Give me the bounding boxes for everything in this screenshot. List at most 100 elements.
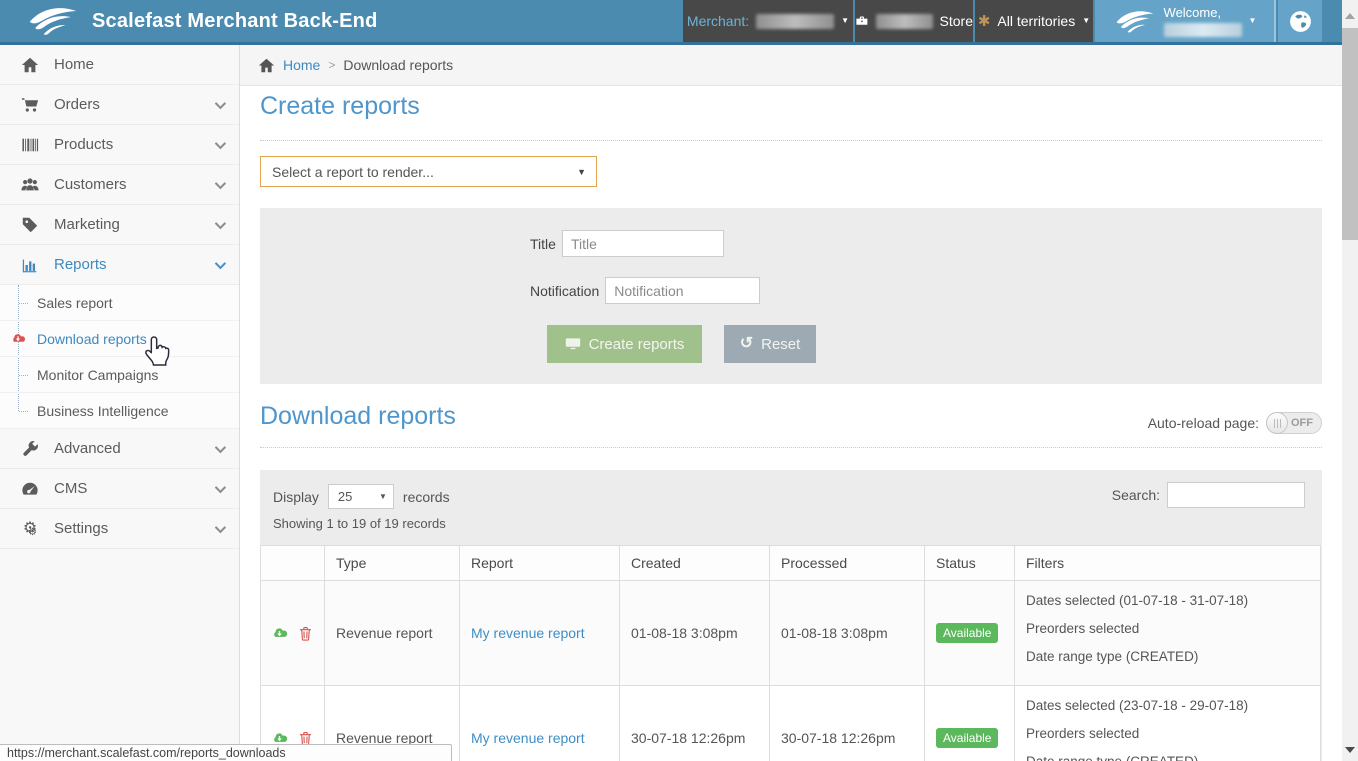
sidebar-item-download-reports[interactable]: Download reports (0, 321, 239, 357)
chevron-down-icon: ▼ (1082, 17, 1090, 25)
sidebar-item-label: Home (54, 56, 94, 73)
territories-label: All territories (997, 13, 1075, 29)
cell-type: Revenue report (325, 581, 460, 685)
chevron-down-icon (215, 97, 226, 108)
notification-field[interactable] (605, 277, 760, 304)
chevron-down-icon (215, 481, 226, 492)
select-caret-icon: ▼ (577, 167, 586, 177)
home-icon (18, 56, 42, 74)
cell-filters: Dates selected (23-07-18 - 29-07-18) Pre… (1015, 686, 1320, 761)
merchant-selector[interactable]: Merchant: ▼ (683, 0, 853, 42)
store-indicator[interactable]: Store (855, 0, 973, 42)
report-link[interactable]: My revenue report (471, 730, 585, 746)
vertical-scrollbar[interactable] (1342, 0, 1358, 761)
sidebar-item-advanced[interactable]: Advanced (0, 429, 239, 469)
redacted-store-name (876, 14, 933, 29)
table-header-row: Type Report Created Processed Status Fil… (261, 546, 1320, 581)
table-row: Revenue report My revenue report 01-08-1… (261, 581, 1320, 686)
select-caret-icon: ▼ (379, 492, 387, 501)
tag-icon (18, 216, 42, 234)
main-content: Create reports Select a report to render… (240, 86, 1342, 761)
app-header: Scalefast Merchant Back-End Merchant: ▼ … (0, 0, 1342, 45)
sidebar-item-sales-report[interactable]: Sales report (0, 285, 239, 321)
scalefast-logo-icon (26, 4, 80, 38)
gears-icon: ⚙⚙ (18, 521, 42, 537)
sidebar-item-customers[interactable]: Customers (0, 165, 239, 205)
col-report: Report (460, 546, 620, 580)
gauge-icon (18, 480, 42, 498)
merchant-label: Merchant: (687, 13, 749, 29)
sidebar-item-label: Products (54, 136, 113, 153)
search-input[interactable] (1167, 482, 1305, 508)
undo-icon: ↺ (740, 336, 753, 352)
sidebar-subitem-label: Download reports (37, 331, 147, 347)
breadcrumb-current: Download reports (343, 57, 453, 73)
notification-label: Notification (530, 283, 599, 299)
sidebar-item-label: Settings (54, 520, 108, 537)
sidebar-item-monitor-campaigns[interactable]: Monitor Campaigns (0, 357, 239, 393)
sidebar-item-label: Reports (54, 256, 107, 273)
user-menu[interactable]: Welcome, ▼ (1095, 0, 1276, 42)
sidebar-item-orders[interactable]: Orders (0, 85, 239, 125)
cloud-download-icon (10, 331, 26, 347)
sidebar-item-reports[interactable]: Reports (0, 245, 239, 285)
report-link[interactable]: My revenue report (471, 625, 585, 641)
reset-button-label: Reset (761, 336, 800, 353)
browser-status-bar: https://merchant.scalefast.com/reports_d… (0, 744, 452, 761)
language-button[interactable] (1278, 0, 1322, 42)
globe-icon (1288, 9, 1313, 34)
scrollbar-thumb[interactable] (1342, 28, 1358, 240)
sidebar-item-products[interactable]: Products (0, 125, 239, 165)
toggle-state-label: OFF (1291, 417, 1313, 429)
title-field[interactable] (562, 230, 724, 257)
home-icon (258, 57, 275, 74)
reset-button[interactable]: ↺ Reset (724, 325, 816, 363)
page-size-select[interactable]: 25 ▼ (328, 484, 394, 509)
chevron-down-icon (215, 177, 226, 188)
cell-filters: Dates selected (01-07-18 - 31-07-18) Pre… (1015, 581, 1320, 685)
sidebar-item-cms[interactable]: CMS (0, 469, 239, 509)
redacted-merchant-name (756, 14, 834, 29)
col-created: Created (620, 546, 770, 580)
territory-selector[interactable]: ✱ All territories ▼ (975, 0, 1093, 42)
report-type-select[interactable]: Select a report to render... ▼ (260, 156, 597, 187)
col-actions (261, 546, 325, 580)
chevron-down-icon: ▼ (1249, 17, 1257, 25)
sidebar-item-marketing[interactable]: Marketing (0, 205, 239, 245)
users-icon (18, 176, 42, 194)
sidebar-item-home[interactable]: Home (0, 45, 239, 85)
sidebar-item-business-intelligence[interactable]: Business Intelligence (0, 393, 239, 429)
col-filters: Filters (1015, 546, 1320, 580)
welcome-label: Welcome, (1164, 5, 1222, 20)
scrollbar-down-arrow[interactable] (1345, 747, 1355, 753)
col-processed: Processed (770, 546, 925, 580)
chevron-down-icon (215, 137, 226, 148)
create-report-form: Title Notification Create reports ↺ Rese… (260, 208, 1322, 384)
report-select-value: Select a report to render... (272, 164, 434, 180)
chevron-down-icon: ▼ (841, 17, 849, 25)
download-reports-panel: Display 25 ▼ records Showing 1 to 19 of … (260, 470, 1322, 761)
download-reports-title: Download reports (260, 402, 456, 431)
download-report-icon[interactable] (271, 625, 288, 642)
redacted-user-name (1164, 23, 1242, 37)
status-badge: Available (936, 623, 998, 643)
chevron-down-icon (215, 257, 226, 268)
wrench-icon (18, 440, 42, 458)
records-label: records (403, 489, 450, 505)
delete-report-icon[interactable] (297, 625, 314, 642)
create-reports-button[interactable]: Create reports (547, 325, 702, 363)
auto-reload-toggle[interactable]: OFF (1266, 412, 1322, 434)
chevron-down-icon (215, 521, 226, 532)
sidebar-item-settings[interactable]: ⚙⚙ Settings (0, 509, 239, 549)
breadcrumb-separator: > (328, 58, 335, 72)
scrollbar-up-arrow[interactable] (1345, 13, 1355, 19)
sidebar-item-label: Customers (54, 176, 127, 193)
filter-line: Preorders selected (1026, 726, 1312, 741)
cell-created: 30-07-18 12:26pm (620, 686, 770, 761)
sidebar-subitem-label: Sales report (37, 295, 112, 311)
cell-processed: 01-08-18 3:08pm (770, 581, 925, 685)
territory-icon: ✱ (978, 12, 991, 30)
sidebar-item-label: CMS (54, 480, 87, 497)
chevron-down-icon (215, 441, 226, 452)
breadcrumb-home-link[interactable]: Home (283, 57, 320, 73)
